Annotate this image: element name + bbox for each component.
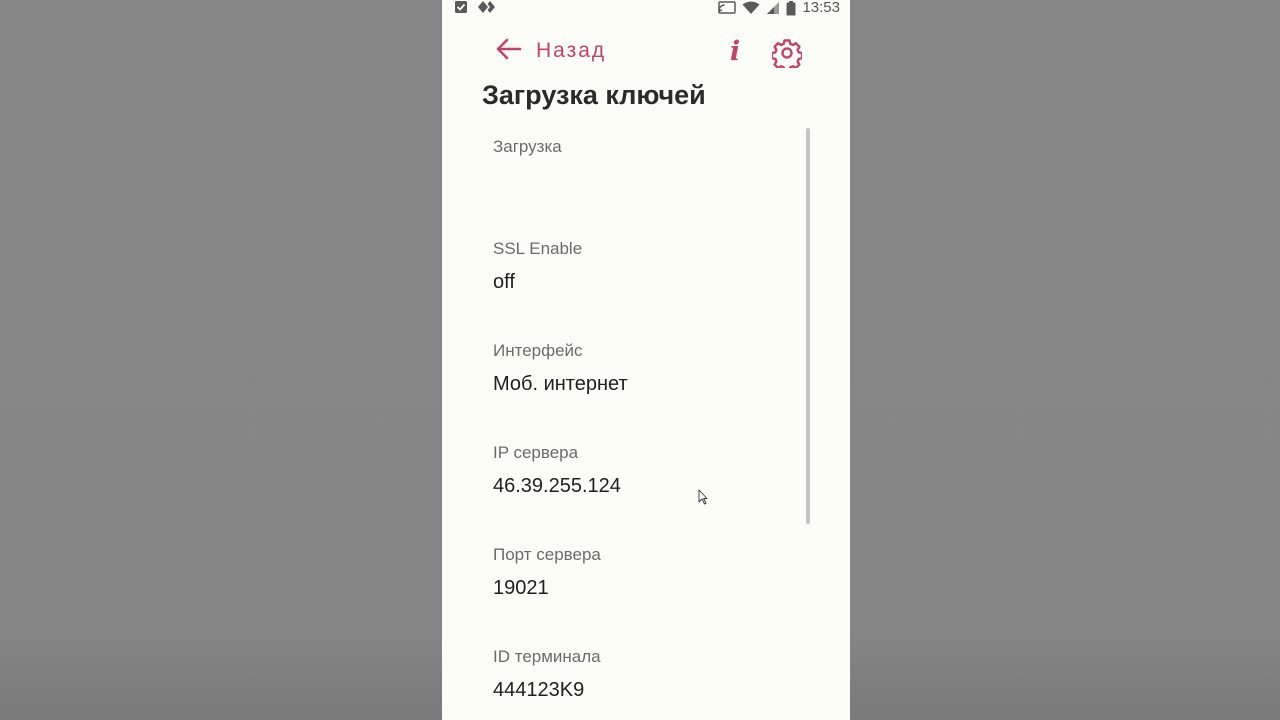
setting-label: Порт сервера bbox=[493, 545, 601, 564]
status-time: 13:53 bbox=[802, 0, 840, 16]
battery-icon bbox=[786, 0, 796, 16]
back-label: Назад bbox=[536, 39, 607, 62]
back-button[interactable]: Назад bbox=[496, 38, 606, 64]
setting-item-interface[interactable]: Интерфейс Моб. интернет bbox=[442, 332, 802, 434]
setting-item-download[interactable]: Загрузка bbox=[442, 128, 802, 230]
setting-value: Моб. интернет bbox=[493, 373, 628, 395]
page-title: Загрузка ключей bbox=[482, 80, 706, 110]
setting-item-server-port[interactable]: Порт сервера 19021 bbox=[442, 536, 802, 638]
signal-icon bbox=[766, 1, 780, 15]
status-bar: 13:53 bbox=[442, 0, 850, 18]
phone-screen: 13:53 Назад i Загрузка ключей Загрузка S… bbox=[442, 0, 850, 720]
setting-label: IP сервера bbox=[493, 443, 579, 462]
setting-label: Загрузка bbox=[493, 137, 562, 156]
setting-value: 444123K9 bbox=[493, 679, 585, 701]
setting-item-ssl-enable[interactable]: SSL Enable off bbox=[442, 230, 802, 332]
gear-icon bbox=[770, 39, 804, 72]
setting-value: off bbox=[493, 271, 515, 293]
setting-label: SSL Enable bbox=[493, 239, 583, 258]
setting-value: 46.39.255.124 bbox=[493, 475, 621, 497]
checkbox-notification-icon bbox=[454, 0, 468, 14]
setting-label: Интерфейс bbox=[493, 341, 583, 360]
info-button[interactable]: i bbox=[723, 36, 747, 68]
settings-button[interactable] bbox=[770, 38, 804, 72]
arrow-left-icon bbox=[496, 38, 522, 64]
setting-item-server-ip[interactable]: IP сервера 46.39.255.124 bbox=[442, 434, 802, 536]
setting-label: ID терминала bbox=[493, 647, 601, 666]
wifi-icon bbox=[742, 1, 760, 15]
setting-value: 19021 bbox=[493, 577, 549, 599]
toolbar: Назад i bbox=[442, 30, 850, 76]
scrollbar[interactable] bbox=[806, 128, 810, 524]
setting-item-terminal-id[interactable]: ID терминала 444123K9 bbox=[442, 638, 802, 720]
mouse-pointer-icon bbox=[698, 489, 708, 509]
diamond-app-icon bbox=[478, 0, 496, 14]
cast-icon bbox=[718, 1, 737, 15]
